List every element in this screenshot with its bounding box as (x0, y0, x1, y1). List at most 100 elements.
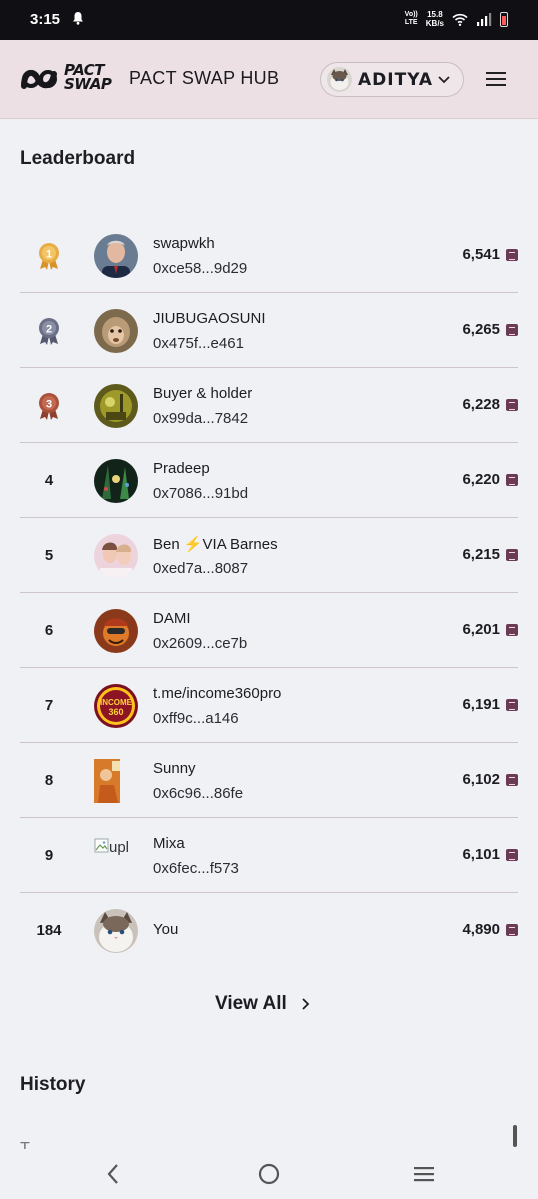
token-icon (506, 549, 518, 561)
score-value: 6,191 (462, 696, 500, 713)
rank-cell: 7 (44, 697, 54, 714)
leaderboard-row[interactable]: 3 Buyer & holder 0x99da...7842 6,228 (20, 368, 518, 443)
leaderboard-row[interactable]: 4 Pradeep 0x7086...91bd 6,220 (20, 443, 518, 518)
broken-image-icon (94, 838, 109, 853)
system-nav-bar (0, 1149, 538, 1199)
token-icon (506, 399, 518, 411)
avatar (94, 384, 138, 428)
user-name: JIUBUGAOSUNI (153, 310, 266, 327)
home-icon[interactable] (257, 1162, 281, 1186)
leaderboard-row[interactable]: 8 Sunny 0x6c96...86fe 6,102 (20, 743, 518, 818)
wallet-address: 0x475f...e461 (153, 335, 244, 352)
leaderboard-row[interactable]: 9 upl Mixa 0x6fec...f573 6,101 (20, 818, 518, 893)
user-name: Mixa (153, 835, 185, 852)
wallet-address: 0xce58...9d29 (153, 260, 248, 277)
token-icon (506, 324, 518, 336)
view-all-button[interactable]: View All (215, 993, 311, 1015)
rank-cell: 8 (44, 772, 54, 789)
rank-cell: 3 (20, 368, 78, 443)
back-icon[interactable] (104, 1162, 122, 1186)
rank-cell: 1 (20, 218, 78, 293)
score-value: 6,541 (462, 246, 500, 263)
recent-apps-icon[interactable] (412, 1162, 436, 1186)
view-all-label: View All (215, 993, 287, 1014)
score-value: 6,101 (462, 846, 500, 863)
score-value: 4,890 (462, 921, 500, 938)
status-time: 3:15 (30, 11, 61, 28)
wallet-address: 0x99da...7842 (153, 410, 249, 427)
user-name: t.me/income360pro (153, 685, 282, 702)
current-user-row[interactable]: 184 You 4,890 (20, 893, 518, 968)
avatar (94, 309, 138, 353)
user-name: Ben ⚡VIA Barnes (153, 536, 278, 553)
svg-text:3: 3 (46, 398, 52, 410)
score-value: 6,220 (462, 471, 500, 488)
avatar (94, 609, 138, 653)
history-partial-text: T... (20, 1141, 41, 1149)
rank-cell: 184 (36, 922, 62, 939)
user-name: Sunny (153, 760, 196, 777)
token-icon (506, 474, 518, 486)
avatar: INCOME 360 (94, 684, 138, 728)
user-name: DAMI (153, 610, 191, 627)
chevron-down-icon (438, 76, 450, 84)
chevron-right-icon (302, 998, 310, 1010)
notification-bell-icon (73, 12, 83, 25)
battery-icon (500, 11, 508, 27)
token-icon (506, 249, 518, 261)
user-name: Pradeep (153, 460, 210, 477)
score-value: 6,265 (462, 321, 500, 338)
avatar (327, 67, 352, 92)
leaderboard-row[interactable]: 5 Ben ⚡VIA Barnes 0xed7a...8087 6,215 (20, 518, 518, 593)
leaderboard-list: 1 swapwkh 0xce58...9d29 6,541 2 JIUBUGAO… (20, 218, 518, 968)
pact-swap-logo[interactable]: PACT SWAP (20, 60, 120, 100)
income-badge-line2: 360 (108, 707, 123, 717)
bronze-medal-icon: 3 (39, 392, 59, 420)
signal-icon (477, 13, 492, 26)
leaderboard-row[interactable]: 2 JIUBUGAOSUNI 0x475f...e461 6,265 (20, 293, 518, 368)
score-value: 6,201 (462, 621, 500, 638)
leaderboard-row[interactable]: 7 INCOME 360 t.me/income360pro 0xff9c...… (20, 668, 518, 743)
logo-wordmark: PACT SWAP (64, 61, 112, 93)
rank-cell: 2 (20, 293, 78, 368)
wallet-address: 0xff9c...a146 (153, 710, 239, 727)
leaderboard-row[interactable]: 6 DAMI 0x2609...ce7b 6,201 (20, 593, 518, 668)
account-dropdown[interactable]: ADITYA (320, 62, 464, 97)
avatar (94, 234, 138, 278)
wallet-address: 0x2609...ce7b (153, 635, 248, 652)
score-value: 6,228 (462, 396, 500, 413)
wallet-address: 0x7086...91bd (153, 485, 249, 502)
silver-medal-icon: 2 (39, 317, 59, 345)
wallet-address: 0x6fec...f573 (153, 860, 239, 877)
user-name: You (153, 921, 179, 938)
logo-mark-icon (21, 70, 57, 89)
leaderboard-title: Leaderboard (20, 148, 136, 169)
gold-medal-icon: 1 (39, 242, 59, 270)
wallet-address: 0xed7a...8087 (153, 560, 249, 577)
token-icon (506, 699, 518, 711)
broken-image-alt: upl (109, 839, 130, 856)
svg-text:2: 2 (46, 323, 52, 335)
wallet-address: 0x6c96...86fe (153, 785, 244, 802)
user-name: swapwkh (153, 235, 215, 252)
scrollbar[interactable] (513, 1125, 517, 1147)
score-value: 6,215 (462, 546, 500, 563)
rank-cell: 4 (44, 472, 54, 489)
rank-cell: 9 (44, 847, 54, 864)
avatar (94, 909, 138, 953)
broken-image-avatar: upl (94, 837, 138, 857)
income-badge-line1: INCOME (100, 698, 133, 707)
wifi-icon (452, 13, 468, 26)
network-speed: 15.8 KB/s (425, 10, 444, 28)
history-title: History (20, 1074, 86, 1095)
status-bar: 3:15 Vo)) LTE 15.8 KB/s (0, 0, 538, 40)
app-title: PACT SWAP HUB (129, 68, 280, 88)
hamburger-menu-icon[interactable] (484, 69, 508, 89)
rank-cell: 5 (44, 547, 54, 564)
network-type: Vo)) LTE (404, 11, 418, 26)
user-name: Buyer & holder (153, 385, 253, 402)
token-icon (506, 774, 518, 786)
leaderboard-row[interactable]: 1 swapwkh 0xce58...9d29 6,541 (20, 218, 518, 293)
account-name: ADITYA (358, 70, 434, 90)
avatar (94, 459, 138, 503)
